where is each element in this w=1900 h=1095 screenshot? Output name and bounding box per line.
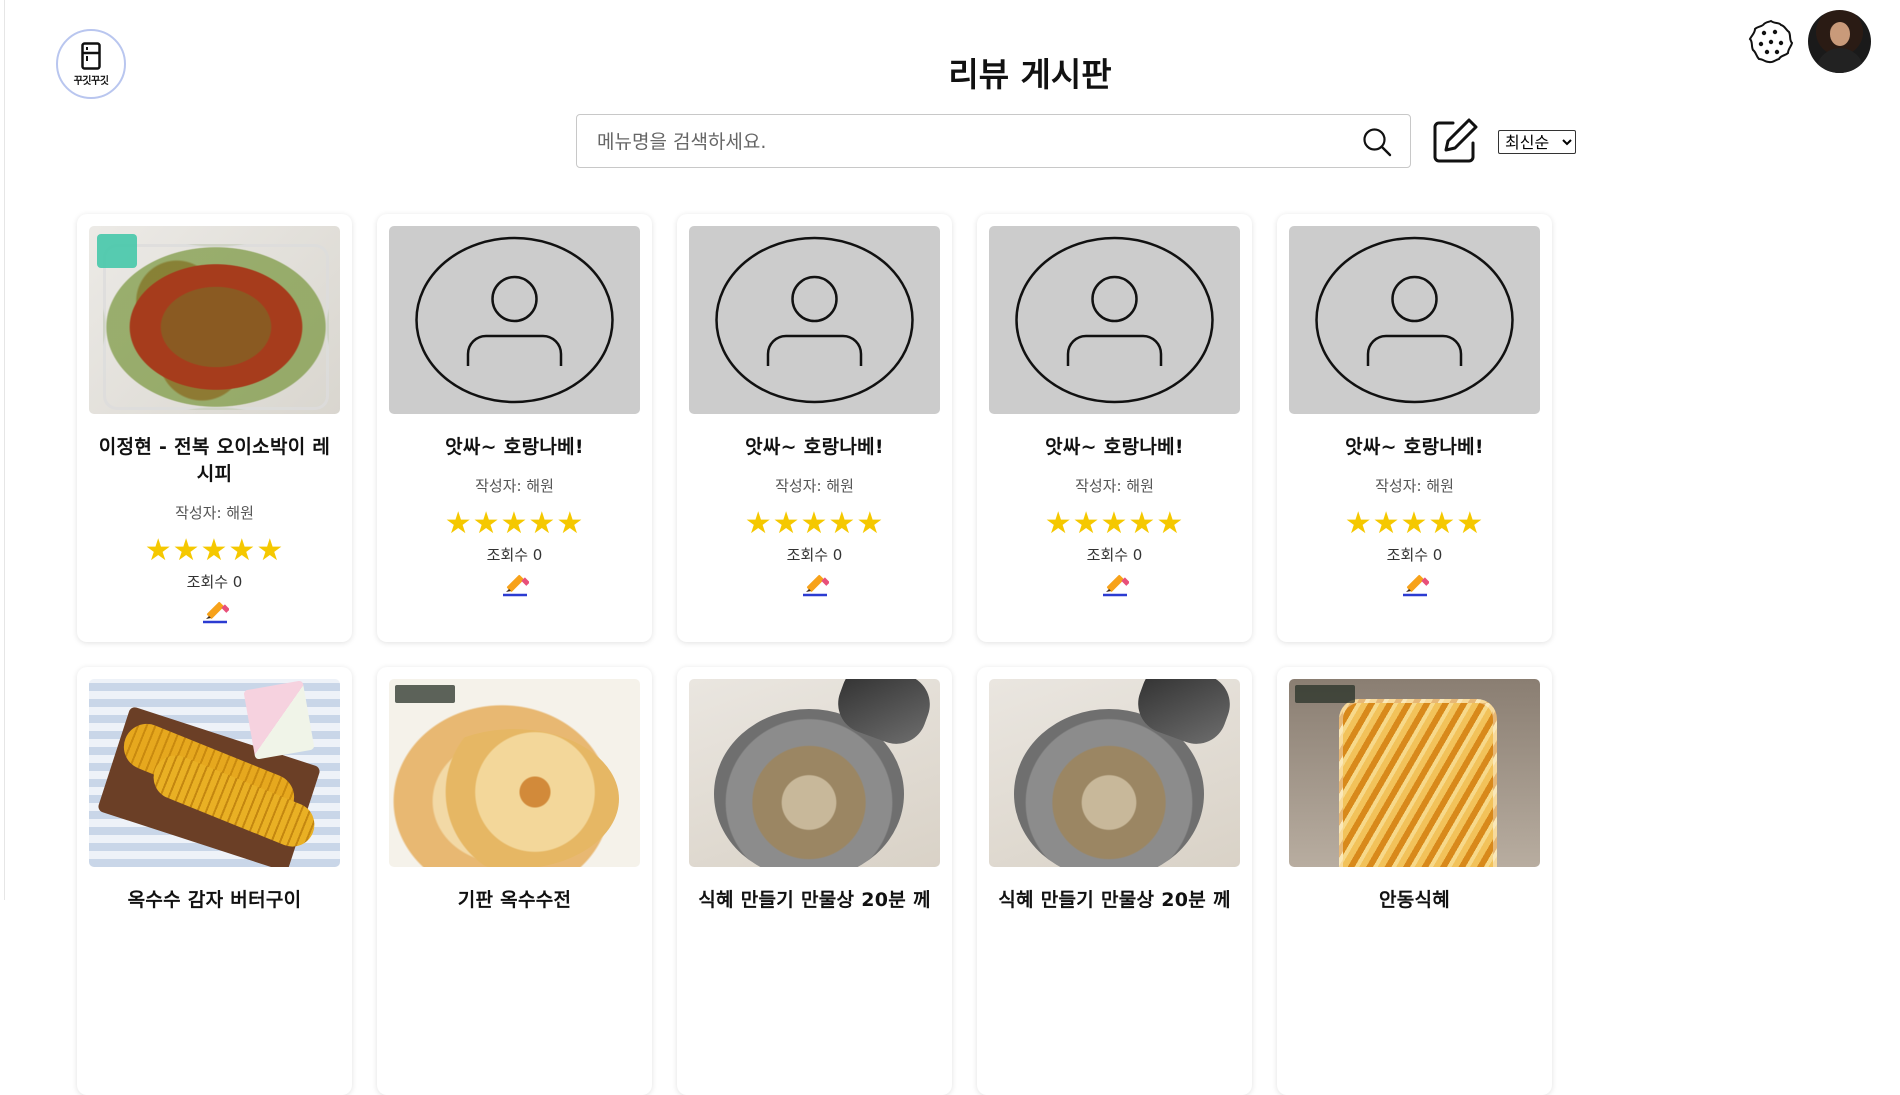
view-count: 조회수 0 [486, 546, 543, 564]
channel-badge [395, 685, 455, 703]
review-card[interactable]: 옥수수 감자 버터구이 [77, 667, 352, 1095]
user-placeholder-icon [715, 236, 914, 404]
channel-badge [97, 234, 137, 268]
star-rating: ★★★★★ [1344, 506, 1485, 541]
view-count: 조회수 0 [186, 573, 243, 591]
placeholder-thumbnail [389, 226, 640, 414]
review-card[interactable]: 식혜 만들기 만물상 20분 께 [677, 667, 952, 1095]
search-input[interactable] [595, 115, 1339, 169]
review-author: 작성자: 해원 [475, 477, 554, 495]
page-title: 리뷰 게시판 [948, 55, 1112, 94]
pencil-icon[interactable] [201, 598, 229, 624]
star-rating: ★★★★★ [444, 506, 585, 541]
placeholder-thumbnail [689, 226, 940, 414]
sort-select[interactable]: 최신순 [1498, 130, 1576, 154]
star-rating: ★★★★★ [744, 506, 885, 541]
review-title: 앗싸~ 호랑나베! [1045, 436, 1184, 458]
placeholder-thumbnail [1289, 226, 1540, 414]
review-thumbnail [389, 679, 640, 867]
view-count: 조회수 0 [786, 546, 843, 564]
search-icon[interactable] [1362, 127, 1392, 157]
channel-badge [1295, 685, 1355, 703]
page-left-border [4, 0, 5, 900]
review-author: 작성자: 해원 [175, 504, 254, 522]
avatar-face [1830, 22, 1850, 46]
view-count: 조회수 0 [1386, 546, 1443, 564]
view-count: 조회수 0 [1086, 546, 1143, 564]
review-thumbnail [89, 226, 340, 414]
avatar-image [1816, 48, 1864, 73]
write-icon[interactable] [1431, 117, 1479, 165]
review-author: 작성자: 해원 [775, 477, 854, 495]
review-thumbnail [689, 679, 940, 867]
review-title: 이정현 - 전복 오이소박이 레시피 [98, 436, 331, 485]
pencil-icon[interactable] [801, 571, 829, 597]
pencil-icon[interactable] [1101, 571, 1129, 597]
review-title: 앗싸~ 호랑나베! [445, 436, 584, 458]
review-thumbnail [989, 679, 1240, 867]
review-title: 옥수수 감자 버터구이 [127, 889, 302, 911]
review-title: 안동식혜 [1378, 889, 1451, 911]
user-avatar[interactable] [1808, 10, 1871, 73]
placeholder-thumbnail [989, 226, 1240, 414]
review-author: 작성자: 해원 [1075, 477, 1154, 495]
review-title: 식혜 만들기 만물상 20분 께 [998, 889, 1231, 911]
user-placeholder-icon [1015, 236, 1214, 404]
review-card[interactable]: 앗싸~ 호랑나베! 작성자: 해원 ★★★★★ 조회수 0 [677, 214, 952, 642]
review-card[interactable]: 안동식혜 [1277, 667, 1552, 1095]
user-placeholder-icon [415, 236, 614, 404]
review-thumbnail [1289, 679, 1540, 867]
review-author: 작성자: 해원 [1375, 477, 1454, 495]
review-card[interactable]: 앗싸~ 호랑나베! 작성자: 해원 ★★★★★ 조회수 0 [977, 214, 1252, 642]
star-rating: ★★★★★ [1044, 506, 1185, 541]
search-box [576, 114, 1411, 169]
review-grid: 이정현 - 전복 오이소박이 레시피 작성자: 해원 ★★★★★ 조회수 0 앗… [77, 214, 1552, 1095]
review-title: 기판 옥수수전 [457, 889, 572, 911]
review-thumbnail [89, 679, 340, 867]
review-card[interactable]: 이정현 - 전복 오이소박이 레시피 작성자: 해원 ★★★★★ 조회수 0 [77, 214, 352, 642]
review-title: 앗싸~ 호랑나베! [1345, 436, 1484, 458]
review-title: 앗싸~ 호랑나베! [745, 436, 884, 458]
user-placeholder-icon [1315, 236, 1514, 404]
pencil-icon[interactable] [501, 571, 529, 597]
review-card[interactable]: 앗싸~ 호랑나베! 작성자: 해원 ★★★★★ 조회수 0 [1277, 214, 1552, 642]
pencil-icon[interactable] [1401, 571, 1429, 597]
cookie-icon[interactable] [1748, 19, 1794, 65]
star-rating: ★★★★★ [144, 533, 285, 568]
review-title: 식혜 만들기 만물상 20분 께 [698, 889, 931, 911]
review-card[interactable]: 앗싸~ 호랑나베! 작성자: 해원 ★★★★★ 조회수 0 [377, 214, 652, 642]
review-card[interactable]: 식혜 만들기 만물상 20분 께 [977, 667, 1252, 1095]
review-card[interactable]: 기판 옥수수전 [377, 667, 652, 1095]
